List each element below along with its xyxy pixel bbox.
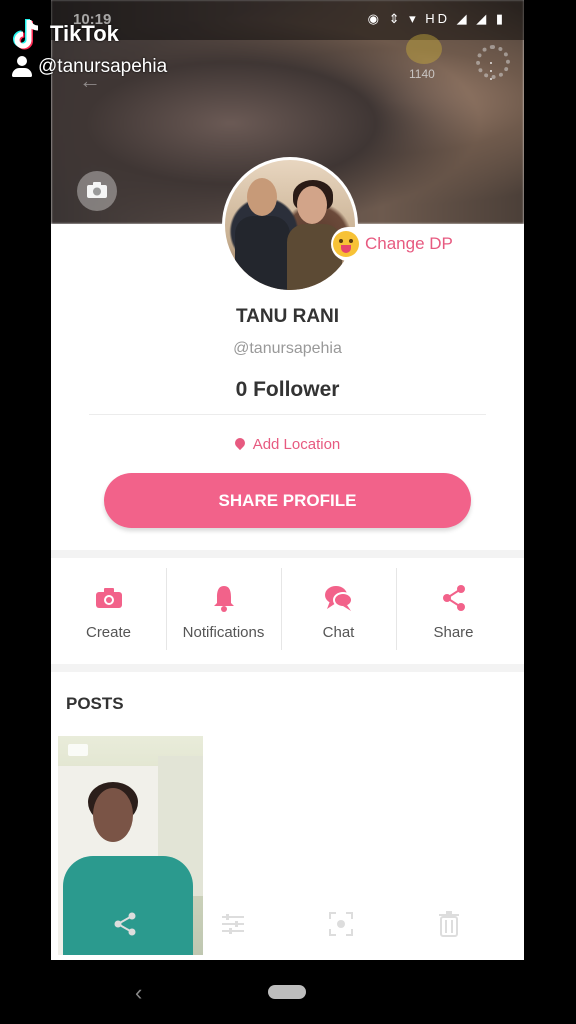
camera-icon bbox=[95, 582, 123, 614]
share-profile-button[interactable]: SHARE PROFILE bbox=[104, 473, 471, 528]
tiktok-username-text: @tanursapehia bbox=[38, 56, 168, 77]
change-dp-label: Change DP bbox=[365, 234, 453, 253]
nav-back-icon[interactable]: ‹ bbox=[135, 980, 142, 1006]
add-location-label: Add Location bbox=[252, 436, 341, 453]
coin-icon[interactable] bbox=[406, 34, 442, 64]
chat-button[interactable]: Chat bbox=[281, 558, 396, 664]
tiktok-logo-icon bbox=[12, 17, 44, 51]
change-dp-button[interactable]: Change DP bbox=[331, 227, 459, 261]
phone-screen: 10:19 ◉ ⇕ ▾ HD ◢ ◢ ▮ ← 1140 · · · Change D… bbox=[51, 0, 524, 960]
overlay-toolbar bbox=[51, 896, 524, 956]
profile-handle: @tanursapehia bbox=[233, 340, 342, 357]
more-options-icon[interactable]: · · · bbox=[488, 53, 494, 87]
video-camera-icon bbox=[68, 744, 88, 756]
tongue-emoji-icon bbox=[333, 231, 359, 257]
camera-icon bbox=[87, 182, 107, 198]
follower-count[interactable]: 0 Follower bbox=[51, 378, 524, 402]
overlay-adjust-icon[interactable] bbox=[217, 908, 249, 940]
notifications-button[interactable]: Notifications bbox=[166, 558, 281, 664]
status-icons: ◉ ⇕ ▾ HD ◢ ◢ ▮ bbox=[367, 11, 506, 26]
tiktok-username: @tanursapehia bbox=[12, 56, 167, 78]
share-action-button[interactable]: Share bbox=[396, 558, 511, 664]
network-label: HD bbox=[425, 11, 451, 26]
chat-icon bbox=[324, 582, 354, 614]
chat-label: Chat bbox=[322, 623, 355, 641]
overlay-share-icon[interactable] bbox=[109, 908, 141, 940]
create-label: Create bbox=[85, 623, 132, 641]
profile-name: TANU RANI bbox=[235, 306, 340, 327]
action-bar: Create Notifications Chat Share bbox=[51, 558, 524, 664]
change-cover-camera-button[interactable] bbox=[77, 171, 117, 211]
divider bbox=[89, 414, 486, 415]
posts-title: POSTS bbox=[66, 694, 124, 713]
overlay-screenshot-icon[interactable] bbox=[325, 908, 357, 940]
status-bar: 10:19 ◉ ⇕ ▾ HD ◢ ◢ ▮ bbox=[51, 0, 524, 40]
nav-home-pill[interactable] bbox=[268, 985, 306, 999]
overlay-trash-icon[interactable] bbox=[433, 908, 465, 940]
tiktok-brand: TikTok bbox=[50, 21, 119, 46]
share-label: Share bbox=[433, 623, 474, 641]
notifications-label: Notifications bbox=[182, 623, 265, 641]
tiktok-watermark: TikTok bbox=[12, 17, 119, 51]
coin-count: 1140 bbox=[409, 67, 435, 81]
bell-icon bbox=[212, 582, 236, 614]
location-pin-icon bbox=[232, 435, 247, 451]
share-icon bbox=[441, 582, 467, 614]
user-icon bbox=[12, 56, 32, 78]
create-button[interactable]: Create bbox=[51, 558, 166, 664]
add-location-link[interactable]: Add Location bbox=[51, 435, 524, 453]
profile-avatar[interactable] bbox=[222, 157, 358, 293]
